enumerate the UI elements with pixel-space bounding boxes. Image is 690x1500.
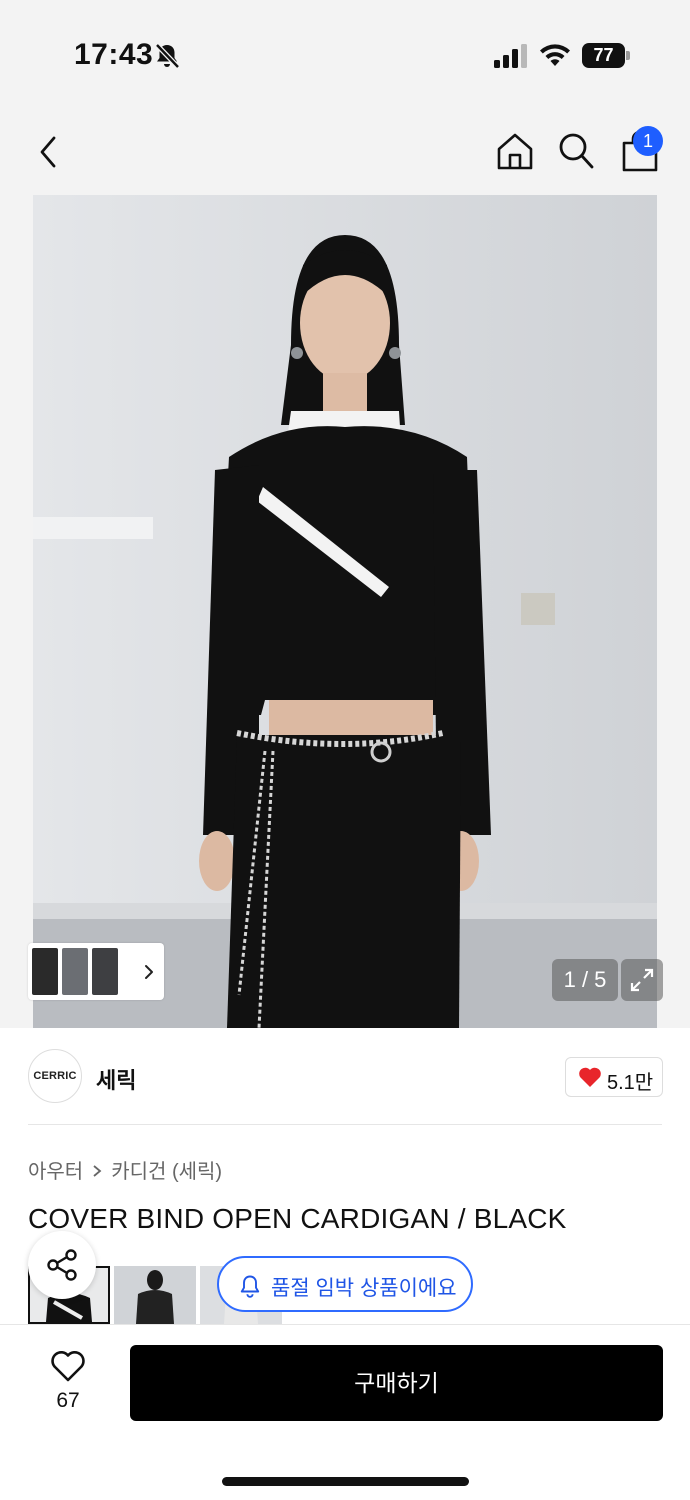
brand-like-button[interactable]: 5.1만 bbox=[565, 1057, 663, 1097]
expand-button[interactable] bbox=[621, 959, 663, 1001]
home-indicator[interactable] bbox=[222, 1477, 469, 1486]
bell-icon bbox=[240, 1275, 260, 1298]
stock-alert-label: 품절 임박 상품이에요 bbox=[271, 1277, 457, 1300]
search-icon[interactable] bbox=[557, 131, 595, 171]
gallery-thumbnail-strip[interactable] bbox=[28, 943, 164, 1000]
product-photo bbox=[33, 195, 657, 1028]
battery-icon: 77 bbox=[582, 43, 630, 68]
gallery-mini-thumb bbox=[32, 948, 58, 995]
divider bbox=[28, 1124, 662, 1125]
cart-badge: 1 bbox=[633, 126, 663, 156]
brand-name[interactable]: 세릭 bbox=[96, 1063, 136, 1095]
stock-alert-badge: 품절 임박 상품이에요 bbox=[217, 1256, 473, 1312]
product-thumbnail[interactable] bbox=[114, 1266, 196, 1324]
breadcrumb: 아우터 카디건 (세릭) bbox=[28, 1155, 222, 1184]
share-button[interactable] bbox=[28, 1231, 96, 1299]
status-time: 17:43 bbox=[74, 38, 154, 71]
battery-level: 77 bbox=[582, 43, 625, 68]
signal-icon bbox=[494, 44, 527, 68]
wifi-icon bbox=[540, 44, 570, 66]
expand-icon bbox=[630, 968, 654, 992]
battery-tip bbox=[626, 51, 630, 60]
heart-icon bbox=[579, 1067, 601, 1087]
bell-off-icon bbox=[155, 43, 180, 69]
share-icon bbox=[47, 1249, 77, 1281]
chevron-right-icon bbox=[93, 1165, 102, 1177]
gallery-page-counter: 1 / 5 bbox=[552, 959, 618, 1001]
wishlist-heart-icon[interactable] bbox=[50, 1349, 86, 1383]
product-image[interactable] bbox=[33, 195, 657, 1028]
breadcrumb-item-outer[interactable]: 아우터 bbox=[28, 1161, 83, 1183]
product-title: COVER BIND OPEN CARDIGAN / BLACK bbox=[28, 1203, 567, 1234]
home-icon[interactable] bbox=[495, 131, 535, 171]
brand-logo[interactable]: CERRIC bbox=[28, 1049, 82, 1103]
brand-like-count: 5.1만 bbox=[607, 1072, 654, 1094]
wishlist-count: 67 bbox=[56, 1389, 80, 1412]
chevron-right-icon bbox=[145, 965, 153, 979]
breadcrumb-item-cardigan[interactable]: 카디건 (세릭) bbox=[111, 1161, 222, 1183]
gallery-mini-thumb bbox=[62, 948, 88, 995]
back-arrow-icon[interactable] bbox=[32, 132, 68, 172]
buy-button[interactable]: 구매하기 bbox=[130, 1345, 663, 1421]
gallery-mini-thumb bbox=[92, 948, 118, 995]
